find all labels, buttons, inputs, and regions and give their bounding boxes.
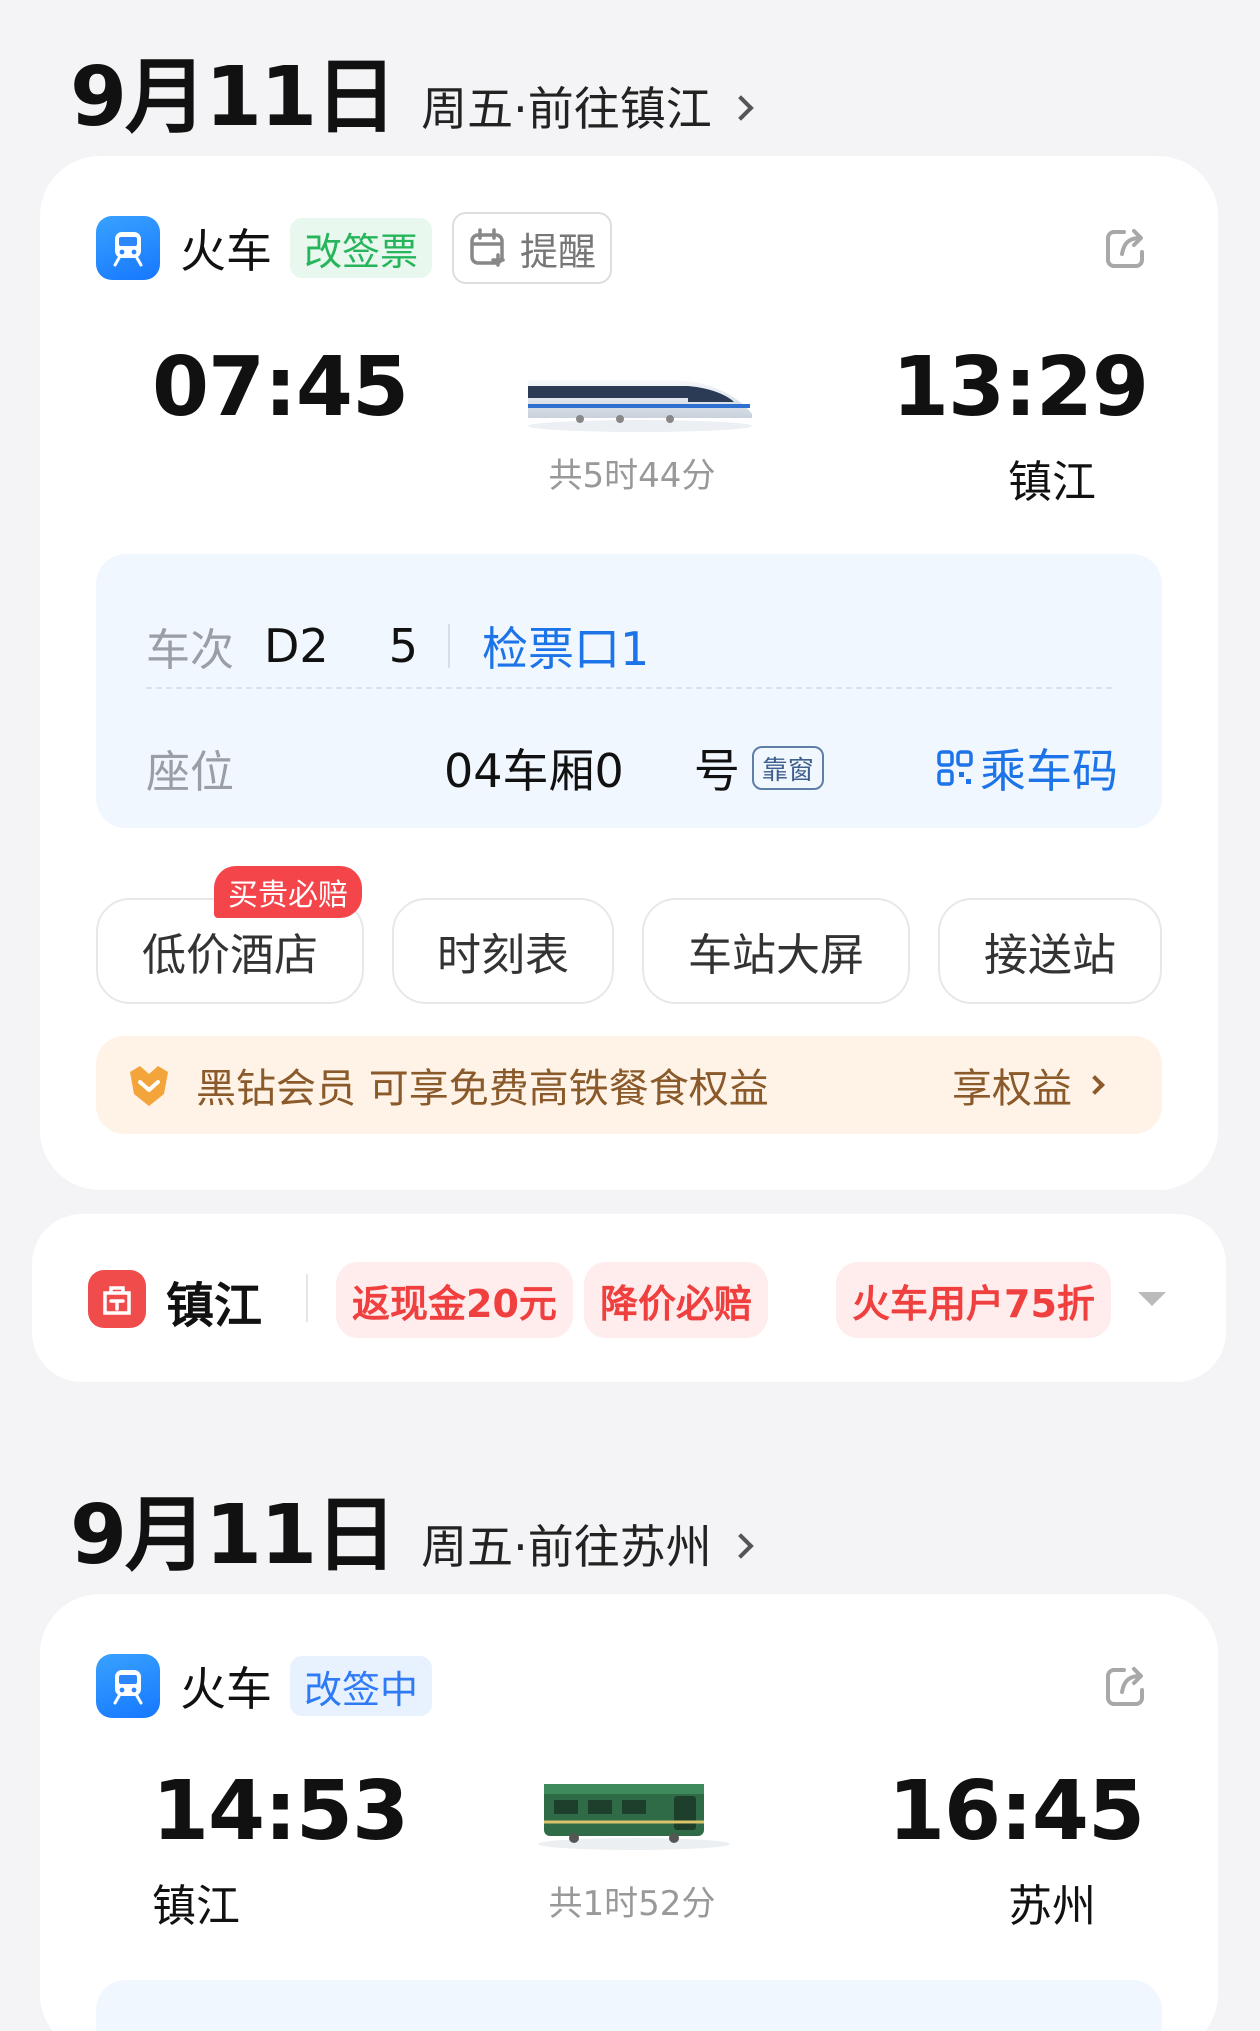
trip1-subtitle-text: 周五·前往镇江 (421, 82, 712, 136)
chevron-right-icon (728, 95, 754, 121)
cheap-hotel-label: 低价酒店 (142, 930, 318, 981)
trip1-status-tag: 改签票 (290, 218, 433, 278)
timetable-button[interactable]: 时刻表 (392, 898, 614, 1004)
high-speed-train-icon (528, 380, 752, 432)
green-train-icon (538, 1784, 730, 1850)
member-crown-icon (130, 1066, 168, 1106)
trip2-status-tag: 改签中 (290, 1656, 433, 1716)
calendar-reminder-icon (470, 228, 505, 267)
hotel-promo-strip[interactable]: 镇江 返现金20元 降价必赔 火车用户75折 (32, 1214, 1226, 1382)
trip1-card-head: 火车 改签票 提醒 (96, 212, 613, 284)
divider (447, 624, 450, 668)
cashback-tag: 返现金20元 (336, 1262, 573, 1338)
seat-value: 04车厢0 (444, 744, 624, 798)
black-diamond-promo[interactable]: 黑钻会员 可享免费高铁餐食权益 享权益 (96, 1036, 1162, 1134)
share-icon[interactable] (1102, 1662, 1150, 1710)
trip1-card[interactable]: 火车 改签票 提醒 07:45 共5时44分 13:29 镇江 车次 D2 5 … (40, 156, 1218, 1190)
train-icon (96, 216, 160, 280)
promo-text: 黑钻会员 可享免费高铁餐食权益 (196, 1066, 769, 1112)
train-number: D2 (264, 619, 329, 673)
promo-link-label: 享权益 (952, 1066, 1072, 1112)
trip2-depart-time: 14:53 (152, 1764, 409, 1859)
seat-suffix: 号 (693, 744, 740, 798)
price-drop-tag: 降价必赔 (584, 1262, 769, 1338)
trip2-depart-station: 镇江 (152, 1881, 240, 1932)
share-icon[interactable] (1102, 224, 1150, 272)
dashed-divider (146, 687, 1112, 689)
trip1-date-header[interactable]: 9月11日 周五·前往镇江 (70, 30, 754, 145)
trip1-date: 9月11日 (70, 50, 397, 145)
trip1-duration: 共5时44分 (548, 456, 716, 496)
trip2-type-label: 火车 (180, 1662, 272, 1716)
trip1-ticket-detail: 车次 D2 5 检票口1 座位 04车厢0 号 靠窗 乘车码 (96, 554, 1162, 828)
trip2-subtitle-text: 周五·前往苏州 (421, 1520, 712, 1574)
trip2-date: 9月11日 (70, 1488, 397, 1583)
trip2-ticket-detail (96, 1980, 1162, 2031)
train-user-discount-tag: 火车用户75折 (836, 1262, 1111, 1338)
train-number-suffix: 5 (388, 619, 418, 673)
transfer-label: 接送站 (984, 930, 1116, 981)
chevron-right-icon (728, 1533, 754, 1559)
train-number-label: 车次 (146, 625, 234, 676)
station-screen-label: 车站大屏 (688, 930, 864, 981)
ride-code-label: 乘车码 (980, 744, 1118, 798)
train-number-row: 车次 D2 5 检票口1 (146, 616, 649, 676)
trip2-date-header[interactable]: 9月11日 周五·前往苏州 (70, 1468, 754, 1583)
train-icon (96, 1654, 160, 1718)
remind-button[interactable]: 提醒 (452, 212, 613, 284)
trip2-card[interactable]: 火车 改签中 14:53 镇江 共1时52分 16:45 苏州 (40, 1594, 1218, 2031)
timetable-label: 时刻表 (437, 930, 569, 981)
trip2-duration: 共1时52分 (548, 1884, 716, 1924)
station-screen-button[interactable]: 车站大屏 (642, 898, 910, 1004)
trip2-arrive-station: 苏州 (1008, 1881, 1096, 1932)
trip2-arrive-time: 16:45 (888, 1764, 1145, 1859)
trip1-arrive-time: 13:29 (892, 340, 1149, 435)
trip1-type-label: 火车 (180, 224, 272, 278)
promo-link[interactable]: 享权益 (952, 1056, 1105, 1114)
trip1-depart-time: 07:45 (152, 340, 409, 435)
remind-label: 提醒 (520, 229, 597, 274)
trip2-card-head: 火车 改签中 (96, 1650, 433, 1722)
divider (306, 1274, 308, 1322)
hotel-icon (88, 1270, 146, 1328)
transfer-button[interactable]: 接送站 (938, 898, 1162, 1004)
trip2-subtitle[interactable]: 周五·前往苏州 (421, 1511, 754, 1577)
price-guarantee-badge: 买贵必赔 (214, 866, 362, 918)
ticket-gate-link[interactable]: 检票口1 (482, 613, 649, 679)
trip1-subtitle[interactable]: 周五·前往镇江 (421, 73, 754, 139)
expand-caret-icon[interactable] (1138, 1292, 1166, 1306)
qr-code-icon (937, 750, 973, 786)
window-seat-tag: 靠窗 (751, 746, 824, 790)
chevron-right-icon (1085, 1075, 1105, 1095)
ride-code-button[interactable]: 乘车码 (936, 738, 1118, 798)
seat-label: 座位 (146, 747, 234, 798)
hotel-city: 镇江 (166, 1278, 263, 1334)
trip1-arrive-station: 镇江 (1008, 457, 1096, 508)
